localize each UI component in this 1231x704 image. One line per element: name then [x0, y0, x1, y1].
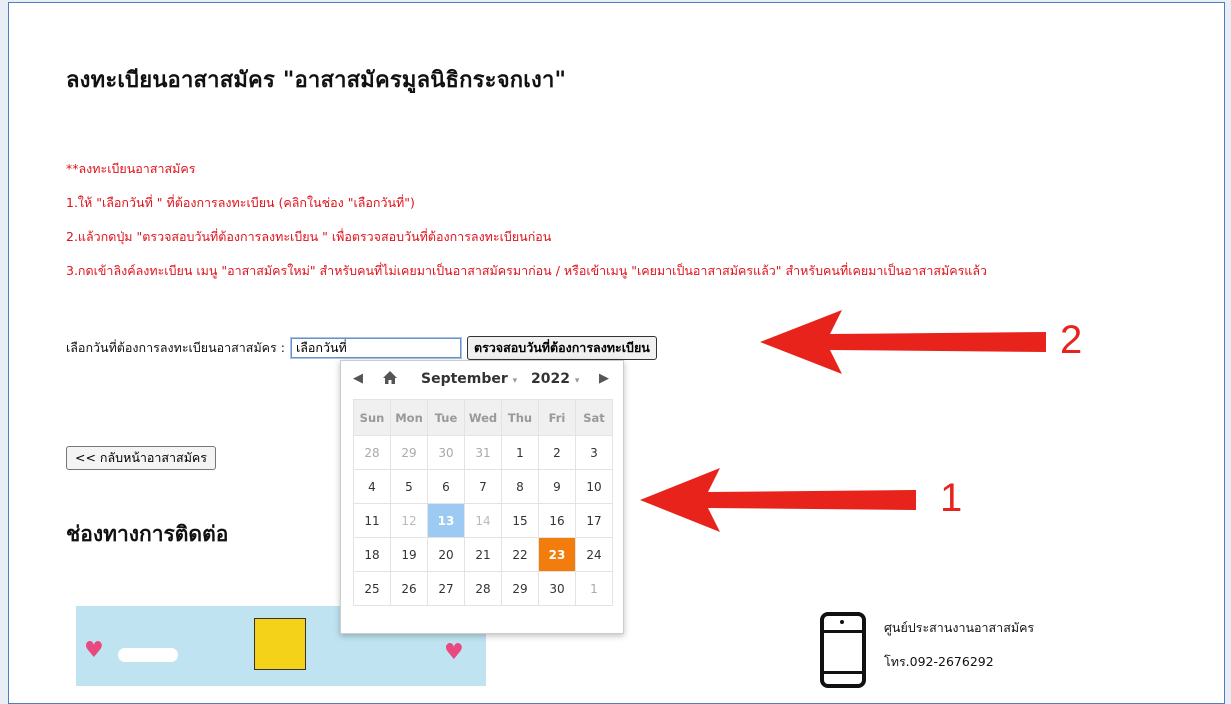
year-select[interactable]: 2022 ▾: [531, 371, 579, 387]
heart-icon: ♥: [444, 640, 464, 665]
calendar-day[interactable]: 19: [390, 537, 428, 572]
calendar-day: 12: [390, 503, 428, 538]
calendar-header: ◀ September ▾ 2022 ▾ ▶: [341, 361, 623, 399]
calendar-day[interactable]: 22: [501, 537, 539, 572]
foundation-logo: [254, 618, 306, 670]
cloud-shape: [118, 648, 178, 662]
arrow-2-annotation: [760, 310, 1046, 374]
back-to-volunteer-button[interactable]: << กลับหน้าอาสาสมัคร: [66, 446, 217, 470]
calendar-day[interactable]: 9: [538, 469, 576, 504]
calendar-day[interactable]: 8: [501, 469, 539, 504]
date-input[interactable]: [290, 338, 461, 358]
calendar-day[interactable]: 11: [353, 503, 391, 538]
calendar-day[interactable]: 29: [501, 571, 539, 606]
calendar-week: 25 26 27 28 29 30 1: [353, 571, 613, 606]
calendar-grid: Sun Mon Tue Wed Thu Fri Sat 28 29 30 31 1 2 3 4 5 6 7 8 9 1…: [353, 399, 613, 606]
calendar-day[interactable]: 25: [353, 571, 391, 606]
calendar-week: 4 5 6 7 8 9 10: [353, 469, 613, 504]
calendar-day[interactable]: 5: [390, 469, 428, 504]
calendar-day[interactable]: 26: [390, 571, 428, 606]
instructions: **ลงทะเบียนอาสาสมัคร 1.ให้ "เลือกวันที่ …: [66, 160, 987, 296]
selected-day[interactable]: 23: [538, 537, 576, 572]
date-label: เลือกวันที่ต้องการลงทะเบียนอาสาสมัคร :: [66, 340, 285, 355]
contact-phone: โทร.092-2676292: [884, 654, 994, 669]
annotation-label-1: 1: [940, 476, 963, 520]
phone-icon: [820, 612, 866, 688]
note-3: 3.กดเข้าลิงค์ลงทะเบียน เมนู "อาสาสมัครให…: [66, 263, 988, 278]
weekday-header: Sat: [575, 399, 613, 436]
weekday-header: Mon: [390, 399, 428, 436]
today-day[interactable]: 13: [427, 503, 465, 538]
calendar-day[interactable]: 4: [353, 469, 391, 504]
contact-name: ศูนย์ประสานงานอาสาสมัคร: [884, 620, 1035, 635]
check-date-button[interactable]: ตรวจสอบวันที่ต้องการลงทะเบียน: [466, 336, 657, 360]
calendar-day[interactable]: 30: [427, 435, 465, 470]
calendar-day[interactable]: 28: [353, 435, 391, 470]
calendar-week: 18 19 20 21 22 23 24: [353, 537, 613, 572]
calendar-day: 14: [464, 503, 502, 538]
date-picker-row: เลือกวันที่ต้องการลงทะเบียนอาสาสมัคร : ต…: [66, 336, 657, 360]
calendar-day[interactable]: 21: [464, 537, 502, 572]
calendar-day[interactable]: 1: [501, 435, 539, 470]
calendar-day[interactable]: 28: [464, 571, 502, 606]
calendar-day[interactable]: 2: [538, 435, 576, 470]
calendar-day[interactable]: 16: [538, 503, 576, 538]
page-title: ลงทะเบียนอาสาสมัคร "อาสาสมัครมูลนิธิกระจ…: [66, 68, 567, 93]
calendar-day[interactable]: 15: [501, 503, 539, 538]
weekday-header: Thu: [501, 399, 539, 436]
note-0: **ลงทะเบียนอาสาสมัคร: [66, 161, 196, 176]
calendar-day[interactable]: 30: [538, 571, 576, 606]
calendar-day[interactable]: 17: [575, 503, 613, 538]
calendar-day[interactable]: 6: [427, 469, 465, 504]
calendar-day[interactable]: 10: [575, 469, 613, 504]
calendar-week: 11 12 13 14 15 16 17: [353, 503, 613, 538]
calendar-week: 28 29 30 31 1 2 3: [353, 435, 613, 470]
chevron-left-icon[interactable]: ◀: [353, 371, 363, 386]
calendar-day[interactable]: 31: [464, 435, 502, 470]
calendar-day[interactable]: 1: [575, 571, 613, 606]
weekday-header: Tue: [427, 399, 465, 436]
home-icon[interactable]: [383, 371, 397, 388]
annotation-label-2: 2: [1060, 318, 1083, 362]
weekday-header: Fri: [538, 399, 576, 436]
note-2: 2.แล้วกดปุ่ม "ตรวจสอบวันที่ต้องการลงทะเบ…: [66, 229, 552, 244]
calendar-day[interactable]: 29: [390, 435, 428, 470]
calendar-day[interactable]: 27: [427, 571, 465, 606]
calendar-day[interactable]: 18: [353, 537, 391, 572]
calendar-popup: ◀ September ▾ 2022 ▾ ▶ Sun Mon Tue Wed Thu Fr…: [340, 360, 624, 634]
contact-info: ศูนย์ประสานงานอาสาสมัคร โทร.092-2676292: [884, 618, 1034, 686]
month-select[interactable]: September ▾: [421, 371, 517, 387]
weekday-header: Wed: [464, 399, 502, 436]
contact-heading: ช่องทางการติดต่อ: [66, 522, 229, 546]
calendar-day[interactable]: 20: [427, 537, 465, 572]
note-1: 1.ให้ "เลือกวันที่ " ที่ต้องการลงทะเบียน…: [66, 195, 415, 210]
heart-icon: ♥: [84, 638, 104, 663]
calendar-day[interactable]: 3: [575, 435, 613, 470]
arrow-1-annotation: [640, 468, 916, 532]
calendar-day[interactable]: 7: [464, 469, 502, 504]
calendar-day[interactable]: 24: [575, 537, 613, 572]
weekday-header: Sun: [353, 399, 391, 436]
chevron-right-icon[interactable]: ▶: [599, 371, 609, 386]
